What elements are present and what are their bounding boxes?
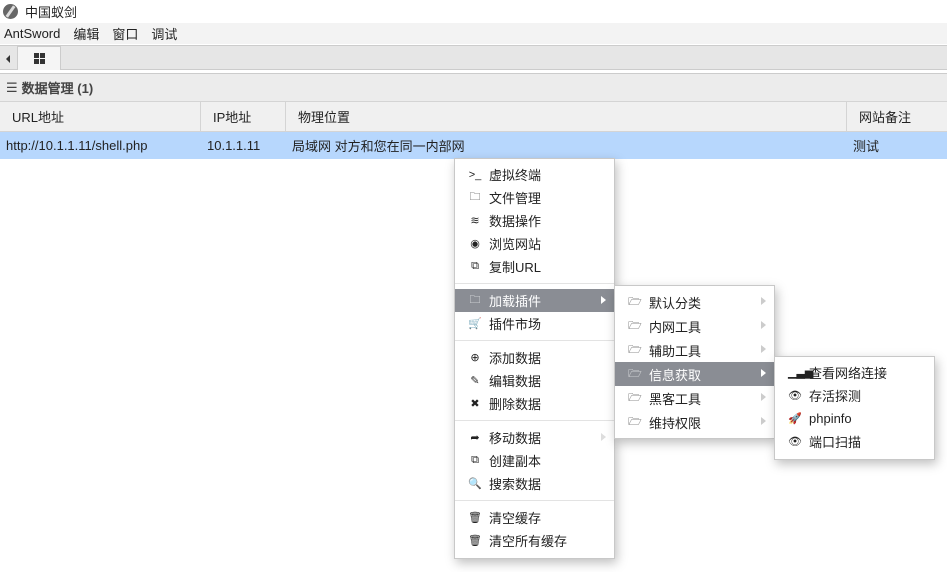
cell-url: http://10.1.1.11/shell.php [6, 138, 148, 153]
plus-circle-icon: ⊕ [470, 352, 480, 364]
menu-edit[interactable]: 编辑 [73, 24, 99, 43]
submenu-persistence[interactable]: 🗁 维持权限 [615, 410, 774, 434]
submenu-phpinfo[interactable]: 🚀 phpinfo [775, 407, 934, 430]
table-row[interactable]: http://10.1.1.11/shell.php 10.1.1.11 局域网… [0, 132, 947, 159]
menu-item-search-data[interactable]: 🔍 搜索数据 [455, 472, 614, 495]
panel-header: ☰ 数据管理 (1) [0, 73, 947, 101]
separator [455, 500, 614, 501]
cell-note: 测试 [853, 139, 880, 154]
plugin-submenu: 🗁 默认分类 🗁 内网工具 🗁 辅助工具 🗁 信息获取 🗁 黑客工具 🗁 维持权限 [614, 285, 775, 439]
chevron-right-icon [761, 417, 766, 425]
menu-antsword[interactable]: AntSword [4, 26, 60, 41]
eye-icon: 👁 [788, 390, 802, 402]
separator [455, 283, 614, 284]
chevron-right-icon [601, 296, 606, 304]
submenu-hacker[interactable]: 🗁 黑客工具 [615, 386, 774, 410]
chevron-right-icon [761, 345, 766, 353]
trash-icon: 🗑 [468, 535, 482, 547]
menu-item-browse[interactable]: ◉ 浏览网站 [455, 232, 614, 255]
menu-item-clear-cache[interactable]: 🗑 清空缓存 [455, 506, 614, 529]
menu-item-add-data[interactable]: ⊕ 添加数据 [455, 346, 614, 369]
menu-item-file-manager[interactable]: 🗀 文件管理 [455, 186, 614, 209]
folder-open-icon: 🗁 [628, 391, 642, 404]
chevron-right-icon [761, 369, 766, 377]
menu-item-duplicate[interactable]: ⧉ 创建副本 [455, 449, 614, 472]
search-icon: 🔍 [468, 478, 482, 490]
menu-item-plugin-market[interactable]: 🛒 插件市场 [455, 312, 614, 335]
col-ip[interactable]: IP地址 [201, 102, 286, 131]
separator [455, 340, 614, 341]
trash-outline-icon: 🗑 [468, 512, 482, 524]
chevron-right-icon [761, 297, 766, 305]
menu-item-edit-data[interactable]: ✎ 编辑数据 [455, 369, 614, 392]
chevron-right-icon [761, 393, 766, 401]
folder-icon: 🗀 [469, 294, 481, 306]
menu-bar: AntSword 编辑 窗口 调试 [0, 23, 947, 44]
col-url[interactable]: URL地址 [0, 102, 201, 131]
submenu-aux[interactable]: 🗁 辅助工具 [615, 338, 774, 362]
menu-item-copy-url[interactable]: ⧉ 复制URL [455, 255, 614, 278]
submenu-intranet[interactable]: 🗁 内网工具 [615, 314, 774, 338]
database-icon: ≋ [470, 215, 480, 227]
submenu-netstat[interactable]: ▁▃▅ 查看网络连接 [775, 361, 934, 384]
menu-item-database[interactable]: ≋ 数据操作 [455, 209, 614, 232]
eye-icon: 👁 [788, 436, 802, 448]
app-logo-icon [3, 4, 18, 19]
folder-open-icon: 🗁 [628, 415, 642, 428]
submenu-port-scan[interactable]: 👁 端口扫描 [775, 430, 934, 453]
tab-scroll-left-icon[interactable] [6, 55, 10, 63]
window-title: 中国蚁剑 [25, 5, 78, 20]
cart-icon: 🛒 [468, 318, 482, 330]
title-bar: 中国蚁剑 [0, 0, 947, 23]
context-menu: >_ 虚拟终端 🗀 文件管理 ≋ 数据操作 ◉ 浏览网站 ⧉ 复制URL 🗀 加载插件 🛒 插… [454, 158, 615, 559]
folder-icon: 🗀 [469, 191, 481, 203]
menu-item-load-plugin[interactable]: 🗀 加载插件 [455, 289, 614, 312]
submenu-alive-probe[interactable]: 👁 存活探测 [775, 384, 934, 407]
separator [455, 420, 614, 421]
chrome-icon: ◉ [470, 238, 480, 250]
submenu-default[interactable]: 🗁 默认分类 [615, 290, 774, 314]
menu-item-delete-data[interactable]: ✖ 删除数据 [455, 392, 614, 415]
signal-icon: ▁▃▅ [788, 367, 814, 379]
panel-title: 数据管理 (1) [21, 81, 94, 96]
cell-location: 局域网 对方和您在同一内部网 [292, 139, 465, 154]
info-submenu: ▁▃▅ 查看网络连接 👁 存活探测 🚀 phpinfo 👁 端口扫描 [774, 356, 935, 460]
list-icon: ☰ [6, 79, 18, 95]
copy-icon: ⧉ [471, 454, 479, 466]
copy-icon: ⧉ [471, 260, 479, 272]
col-location[interactable]: 物理位置 [286, 102, 847, 131]
menu-item-clear-all-cache[interactable]: 🗑 清空所有缓存 [455, 529, 614, 552]
folder-open-icon: 🗁 [628, 367, 642, 380]
folder-open-icon: 🗁 [628, 295, 642, 308]
cell-ip: 10.1.1.11 [207, 138, 261, 153]
chevron-right-icon [761, 321, 766, 329]
tab-bar [0, 45, 947, 70]
chevron-right-icon [601, 433, 606, 441]
edit-icon: ✎ [470, 375, 480, 387]
menu-item-move-data[interactable]: ➦ 移动数据 [455, 426, 614, 449]
terminal-icon: >_ [468, 168, 482, 181]
menu-debug[interactable]: 调试 [151, 24, 177, 43]
submenu-info[interactable]: 🗁 信息获取 [615, 362, 774, 386]
times-icon: ✖ [470, 398, 480, 410]
folder-open-icon: 🗁 [628, 319, 642, 332]
table-header: URL地址 IP地址 物理位置 网站备注 [0, 101, 947, 132]
tab-home[interactable] [17, 46, 61, 70]
col-note[interactable]: 网站备注 [847, 102, 947, 131]
menu-window[interactable]: 窗口 [112, 24, 138, 43]
rocket-icon: 🚀 [788, 413, 802, 425]
share-icon: ➦ [470, 432, 480, 444]
menu-item-terminal[interactable]: >_ 虚拟终端 [455, 163, 614, 186]
folder-open-icon: 🗁 [628, 343, 642, 356]
grid-icon [33, 53, 45, 64]
